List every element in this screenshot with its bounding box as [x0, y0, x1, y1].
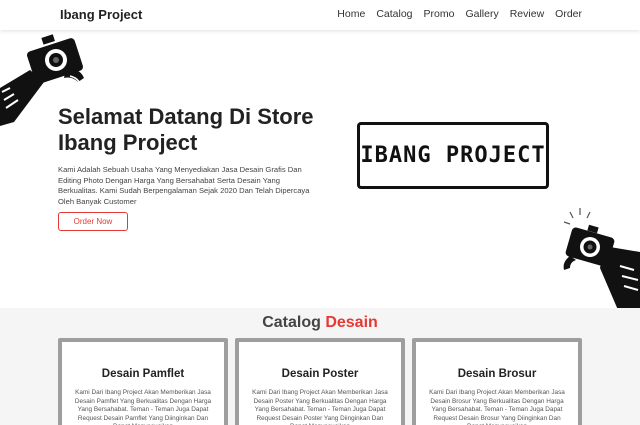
card-text: Kami Dari Ibang Project Akan Memberikan … [429, 389, 565, 425]
catalog-card-pamflet[interactable]: Desain Pamflet Kami Dari Ibang Project A… [58, 338, 228, 425]
nav-links: Home Catalog Promo Gallery Review Order [326, 8, 582, 20]
camera-hand-icon [563, 208, 640, 308]
nav-link-promo[interactable]: Promo [424, 8, 455, 20]
navbar: Ibang Project Home Catalog Promo Gallery… [0, 0, 640, 30]
brand-logo-box: IBANG PROJECT [357, 122, 549, 189]
hero-title: Selamat Datang Di Store Ibang Project [58, 104, 314, 155]
catalog-title-accent: Desain [325, 314, 378, 331]
nav-link-order[interactable]: Order [555, 8, 582, 20]
logo-text: IBANG PROJECT [360, 143, 546, 168]
order-now-button[interactable]: Order Now [58, 212, 128, 231]
nav-link-gallery[interactable]: Gallery [465, 8, 498, 20]
nav-link-catalog[interactable]: Catalog [376, 8, 412, 20]
catalog-title-main: Catalog [262, 314, 321, 331]
hero-section: Selamat Datang Di Store Ibang Project Ka… [0, 30, 640, 308]
catalog-card-poster[interactable]: Desain Poster Kami Dari Ibang Project Ak… [235, 338, 405, 425]
card-title: Desain Poster [281, 368, 359, 380]
hero-description: Kami Adalah Sebuah Usaha Yang Menyediaka… [58, 165, 310, 206]
card-title: Desain Brosur [457, 368, 537, 380]
catalog-card-brosur[interactable]: Desain Brosur Kami Dari Ibang Project Ak… [412, 338, 582, 425]
nav-link-review[interactable]: Review [510, 8, 544, 20]
catalog-title: Catalog Desain [0, 314, 640, 332]
card-title: Desain Pamflet [101, 368, 185, 380]
card-text: Kami Dari Ibang Project Akan Memberikan … [74, 389, 212, 425]
card-text: Kami Dari Ibang Project Akan Memberikan … [252, 389, 388, 425]
brand-logo[interactable]: Ibang Project [60, 7, 142, 22]
nav-link-home[interactable]: Home [337, 8, 365, 20]
